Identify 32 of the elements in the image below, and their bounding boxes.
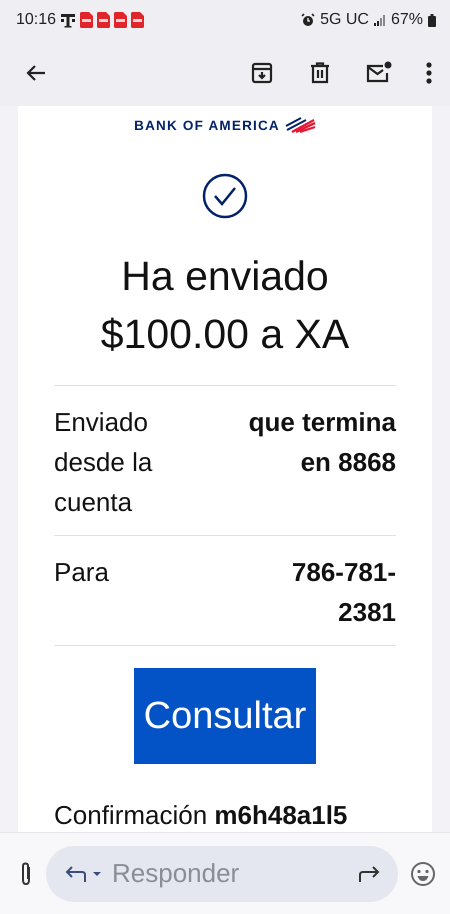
smiley-icon: [410, 860, 436, 886]
detail-label: Enviado desde la cuenta: [54, 406, 154, 519]
headline: Ha enviado $100.00 a XA: [100, 252, 350, 359]
network-label: 5G UC: [320, 11, 369, 29]
brand-logo-text: BANK OF AMERICA: [134, 118, 280, 132]
status-time: 10:16: [16, 11, 56, 29]
alarm-icon: [301, 13, 316, 27]
detail-value: 786-781-2381: [290, 556, 396, 629]
signal-icon: [374, 14, 386, 26]
forward-arrow-icon: [358, 864, 380, 882]
reply-field[interactable]: Responder: [46, 846, 398, 902]
carrier-icon: [60, 12, 76, 28]
forward-button[interactable]: [358, 864, 380, 882]
detail-label: Para: [54, 556, 110, 589]
consult-button[interactable]: Consultar: [134, 668, 316, 764]
reply-options-button[interactable]: [64, 864, 102, 884]
checkmark-circle-icon: [202, 173, 248, 219]
envelope-dot-icon: [366, 61, 392, 85]
archive-icon: [250, 61, 274, 85]
emoji-button[interactable]: [410, 860, 436, 886]
battery-level: 67%: [390, 11, 423, 29]
confirmation-text: Confirmación m6h48a1l5: [54, 799, 348, 832]
reply-caret-icon: [64, 864, 102, 884]
battery-icon: [428, 14, 436, 26]
more-vertical-icon: [426, 62, 432, 84]
pdf-file-icon: [114, 12, 128, 28]
pdf-file-icon: [97, 12, 110, 28]
pdf-file-icon: [80, 12, 94, 28]
trash-icon: [308, 61, 332, 85]
detail-value: que termina en 8868: [248, 406, 396, 479]
pdf-file-icon: [131, 12, 144, 28]
flag-stripes-icon: [284, 117, 316, 133]
